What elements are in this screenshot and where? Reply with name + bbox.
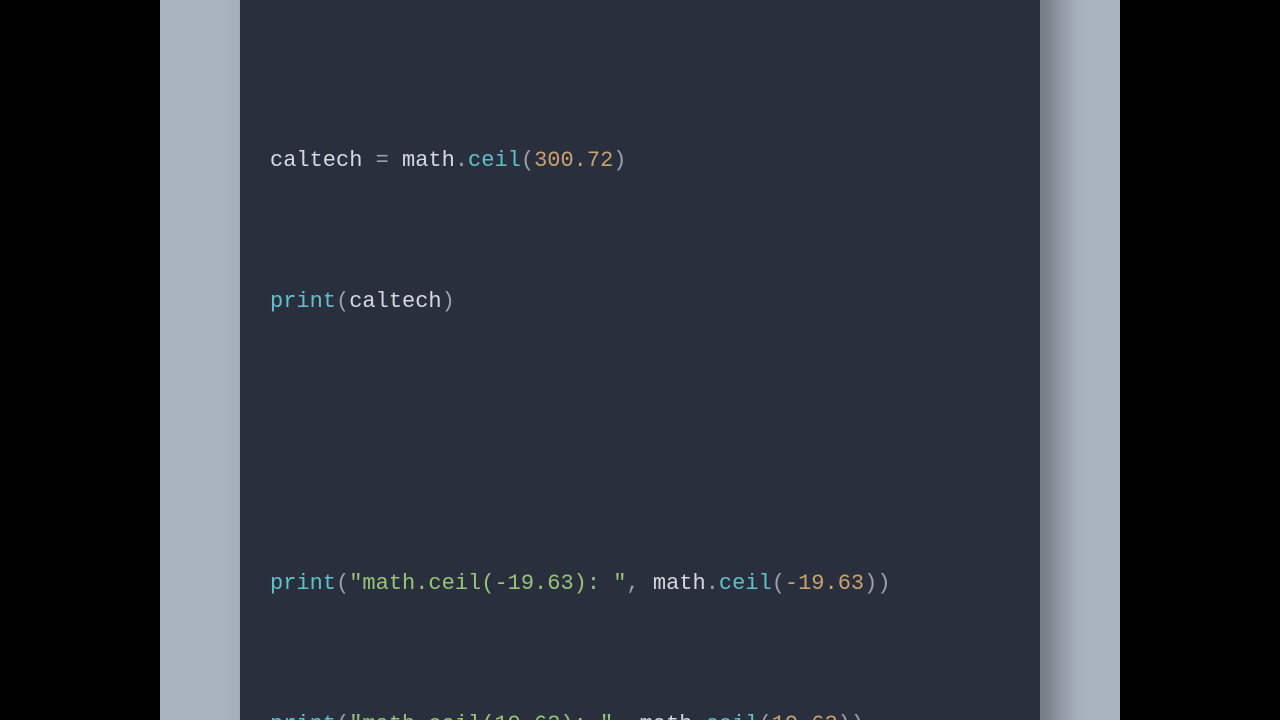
code-line: print("math.ceil(-19.63): ", math.ceil(-… bbox=[270, 566, 1010, 601]
number-literal: 300.72 bbox=[534, 148, 613, 173]
func-print: print bbox=[270, 571, 336, 596]
number-literal: -19.63 bbox=[785, 571, 864, 596]
identifier-caltech: caltech bbox=[270, 148, 376, 173]
code-line: print("math.ceil(19.63): ", math.ceil(19… bbox=[270, 707, 1010, 720]
code-line: caltech = math.ceil(300.72) bbox=[270, 143, 1010, 178]
stage-backdrop: import math caltech = math.ceil(300.72) … bbox=[160, 0, 1120, 720]
func-print: print bbox=[270, 289, 336, 314]
func-ceil: ceil bbox=[706, 712, 759, 720]
string-literal: "math.ceil(19.63): " bbox=[349, 712, 613, 720]
code-block: import math caltech = math.ceil(300.72) … bbox=[270, 0, 1010, 720]
number-literal: 19.63 bbox=[772, 712, 838, 720]
code-window: import math caltech = math.ceil(300.72) … bbox=[240, 0, 1040, 720]
func-ceil: ceil bbox=[719, 571, 772, 596]
func-print: print bbox=[270, 712, 336, 720]
code-line: print(caltech) bbox=[270, 284, 1010, 319]
blank-line bbox=[270, 2, 1010, 38]
func-ceil: ceil bbox=[468, 148, 521, 173]
string-literal: "math.ceil(-19.63): " bbox=[349, 571, 626, 596]
blank-line bbox=[270, 425, 1010, 461]
